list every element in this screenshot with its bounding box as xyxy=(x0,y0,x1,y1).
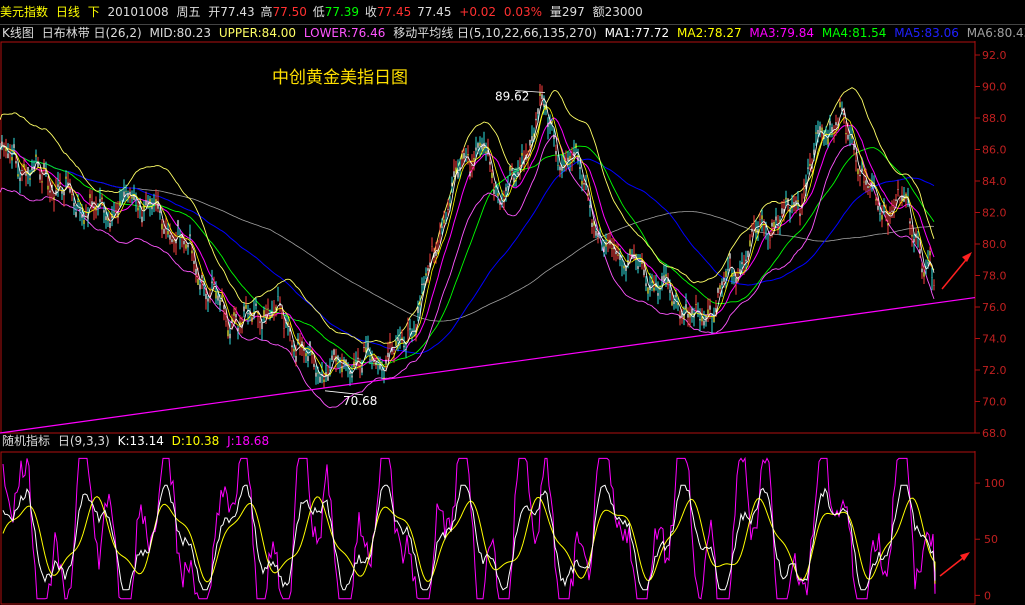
ma3-line xyxy=(0,117,935,370)
ma2-value: MA2:78.27 xyxy=(677,26,742,40)
price-tick-label: 74.0 xyxy=(982,333,1007,346)
ma2-line xyxy=(0,105,935,376)
kdj-tick-label: 50 xyxy=(984,533,998,546)
ma5-value: MA5:83.06 xyxy=(894,26,959,40)
price-lines xyxy=(0,83,976,434)
amount-value: 23000 xyxy=(604,5,643,19)
quote-date: 20101008 xyxy=(107,5,169,19)
kdj-j: J:18.68 xyxy=(227,434,270,448)
price-annotation: 70.68 xyxy=(343,394,377,408)
price-tick-label: 72.0 xyxy=(982,364,1007,377)
volume-value: 297 xyxy=(561,5,585,19)
change-pct: 0.03% xyxy=(503,5,543,19)
ma3-value: MA3:79.84 xyxy=(749,26,815,40)
close-value: 77.45 xyxy=(376,5,412,19)
ma6-line xyxy=(0,145,935,322)
amount-label: 额 xyxy=(592,5,605,19)
kdj-chart[interactable]: 100 50 0 xyxy=(0,451,1025,605)
candles xyxy=(0,83,935,388)
kdj-j-line xyxy=(2,456,936,600)
price-frame xyxy=(0,41,976,434)
low-value: 77.39 xyxy=(324,5,360,19)
boll-mid: MID:80.23 xyxy=(149,26,211,40)
kdj-d-line xyxy=(2,496,936,584)
kline-label[interactable]: K线图 xyxy=(2,26,34,40)
price-tick-label: 78.0 xyxy=(982,270,1007,283)
kdj-d: D:10.38 xyxy=(171,434,220,448)
open-group: 开77.43 xyxy=(208,5,254,19)
change-value: +0.02 xyxy=(459,5,497,19)
price-tick-label: 84.0 xyxy=(982,175,1007,188)
open-label: 开 xyxy=(208,5,221,19)
kdj-k: K:13.14 xyxy=(117,434,164,448)
ma4-value: MA4:81.54 xyxy=(821,26,887,40)
price-axis-ticks: 92.0 90.0 88.0 86.0 84.0 82.0 80.0 78.0 76.0 74.0… xyxy=(975,49,1007,440)
price-tick-label: 86.0 xyxy=(982,144,1007,157)
high-value: 77.50 xyxy=(272,5,307,19)
support-trendline xyxy=(0,296,976,434)
boll-lower-line xyxy=(0,134,935,409)
last-value: 77.45 xyxy=(417,5,452,19)
kdj-frame xyxy=(0,451,976,605)
kdj-indicator-bar: 随机指标 日(9,3,3) K:13.14 D:10.38 J:18.68 xyxy=(0,433,1025,449)
open-value: 77.43 xyxy=(220,5,255,19)
boll-name[interactable]: 日布林带 xyxy=(42,26,90,40)
price-tick-label: 70.0 xyxy=(982,396,1007,409)
kdj-k-line xyxy=(2,484,936,591)
boll-upper: UPPER:84.00 xyxy=(218,26,297,40)
kdj-lines xyxy=(2,456,936,600)
up-arrow-icon xyxy=(941,252,972,290)
ma-params: 日(5,10,22,66,135,270) xyxy=(457,26,597,40)
boll-lower: LOWER:76.46 xyxy=(303,26,386,40)
ma6-value: MA6:80.43 xyxy=(966,26,1025,40)
indicator-bar: K线图 日布林带 日(26,2) MID:80.23 UPPER:84.00 L… xyxy=(0,24,1025,41)
kdj-params: 日(9,3,3) xyxy=(57,434,110,448)
symbol-name[interactable]: 美元指数 xyxy=(0,5,48,19)
chart-title: 中创黄金美指日图 xyxy=(272,68,408,88)
quote-header: 美元指数 日线 下 20101008 周五 开77.43 高77.50 低77.… xyxy=(0,4,1025,20)
price-tick-label: 82.0 xyxy=(982,207,1007,220)
period-label[interactable]: 日线 xyxy=(56,5,80,19)
ma1-value: MA1:77.72 xyxy=(604,26,670,40)
close-label: 收 xyxy=(364,5,377,19)
price-chart[interactable]: 92.0 90.0 88.0 86.0 84.0 82.0 80.0 78.0 76.0 74.0… xyxy=(0,41,1025,453)
ma-name[interactable]: 移动平均线 xyxy=(393,26,453,40)
high-label: 高 xyxy=(260,5,273,19)
low-label: 低 xyxy=(312,5,325,19)
amount-group: 额23000 xyxy=(593,5,643,19)
quote-weekday: 周五 xyxy=(176,5,201,19)
price-tick-label: 92.0 xyxy=(982,49,1007,62)
volume-group: 量297 xyxy=(550,5,585,19)
low-group: 低77.39 xyxy=(313,5,359,19)
price-tick-label: 80.0 xyxy=(982,238,1007,251)
boll-params: 日(26,2) xyxy=(93,26,142,40)
kdj-name[interactable]: 随机指标 xyxy=(2,434,50,448)
price-tick-label: 76.0 xyxy=(982,301,1007,314)
price-tick-label: 90.0 xyxy=(982,81,1007,94)
high-group: 高77.50 xyxy=(260,5,306,19)
kdj-tick-label: 0 xyxy=(984,589,991,602)
price-annotation: 89.62 xyxy=(495,89,529,103)
volume-label: 量 xyxy=(549,5,562,19)
close-group: 收77.45 xyxy=(365,5,411,19)
kdj-axis-ticks: 100 50 0 xyxy=(975,477,1005,602)
kdj-tick-label: 100 xyxy=(984,477,1005,490)
direction-label: 下 xyxy=(87,5,100,19)
price-tick-label: 88.0 xyxy=(982,112,1007,125)
up-arrow-icon xyxy=(939,552,970,577)
